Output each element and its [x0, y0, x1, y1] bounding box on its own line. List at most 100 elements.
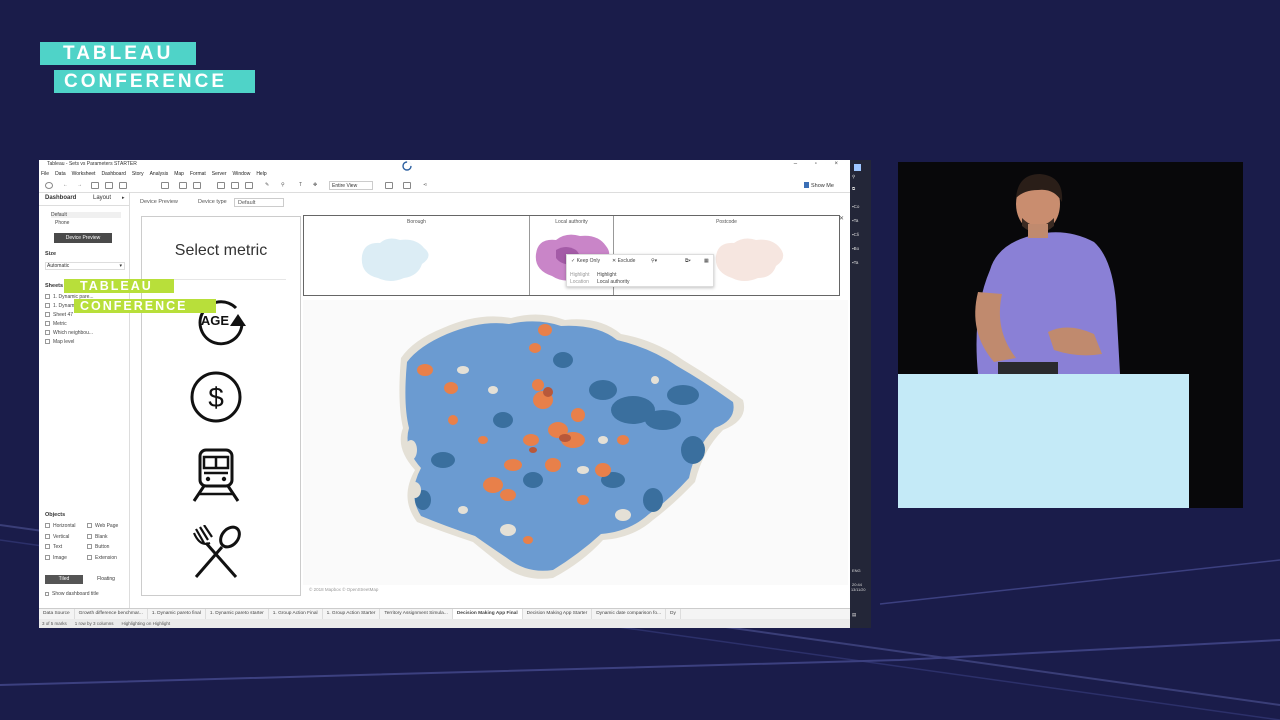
sheet-tab[interactable]: Data Source: [39, 609, 75, 619]
train-icon[interactable]: [190, 447, 250, 503]
neutral-area[interactable]: [598, 436, 608, 444]
orange-area[interactable]: [538, 324, 552, 336]
object-text[interactable]: Text: [45, 544, 62, 550]
orange-area[interactable]: [500, 489, 516, 501]
floating-toggle[interactable]: Floating: [87, 575, 125, 584]
clear-icon[interactable]: [193, 182, 201, 189]
sheet-tab[interactable]: 1. Group Action Starter: [323, 609, 381, 619]
highlight-icon[interactable]: ✎: [265, 182, 273, 189]
window-controls[interactable]: – ▫ ×: [794, 160, 846, 169]
label-icon[interactable]: T: [299, 182, 307, 189]
show-title-checkbox[interactable]: Show dashboard title: [45, 591, 99, 597]
orange-area[interactable]: [595, 463, 611, 477]
orange-area[interactable]: [444, 382, 458, 394]
sheet-item[interactable]: Map level: [45, 339, 74, 345]
new-datasource-icon[interactable]: [105, 182, 113, 189]
tab-layout[interactable]: Layout: [93, 195, 111, 201]
object-web-page[interactable]: Web Page: [87, 523, 118, 529]
menu-item-analysis[interactable]: Analysis: [150, 171, 169, 177]
exclude-button[interactable]: ✕ Exclude: [612, 258, 635, 264]
back-icon[interactable]: ←: [63, 182, 71, 189]
orange-area[interactable]: [448, 415, 458, 425]
taskbar-app[interactable]: ▪Cli: [852, 232, 859, 237]
swap-icon[interactable]: [217, 182, 225, 189]
sheet-item[interactable]: Metric: [45, 321, 67, 327]
object-vertical[interactable]: Vertical: [45, 533, 69, 540]
dark-blue-area[interactable]: [431, 452, 455, 468]
menu-item-map[interactable]: Map: [174, 171, 184, 177]
dark-orange-area[interactable]: [529, 447, 537, 453]
neutral-area[interactable]: [458, 506, 468, 514]
menu-item-worksheet[interactable]: Worksheet: [72, 171, 96, 177]
dark-blue-area[interactable]: [681, 436, 705, 464]
chart-icon[interactable]: [385, 182, 393, 189]
orange-area[interactable]: [545, 458, 561, 472]
device-preview-link[interactable]: Device Preview: [140, 193, 178, 212]
show-me-button[interactable]: Show Me: [804, 181, 834, 191]
task-view-icon[interactable]: ⧉: [852, 186, 855, 191]
view-select[interactable]: Entire View: [329, 181, 373, 190]
taskbar-app[interactable]: ▪Co: [852, 204, 859, 209]
presentation-icon[interactable]: [403, 182, 411, 189]
share-icon[interactable]: ⋖: [423, 182, 431, 189]
sheet-item[interactable]: Which neighbou...: [45, 330, 93, 336]
sort-asc-icon[interactable]: [231, 182, 239, 189]
dark-blue-area[interactable]: [589, 380, 617, 400]
sheet-tab[interactable]: 1. Group Action Final: [269, 609, 323, 619]
neutral-area[interactable]: [488, 386, 498, 394]
menu-item-server[interactable]: Server: [212, 171, 227, 177]
sheet-tab[interactable]: Decision Making App Final: [452, 609, 523, 619]
dark-orange-area[interactable]: [559, 434, 571, 442]
close-icon[interactable]: ✕: [839, 215, 844, 222]
windows-start-icon[interactable]: [854, 164, 861, 171]
dark-blue-area[interactable]: [645, 410, 681, 430]
menu-item-file[interactable]: File: [41, 171, 49, 177]
sets-icon[interactable]: ⧉▾: [685, 258, 691, 264]
keep-only-button[interactable]: ✓ Keep Only: [571, 258, 600, 264]
group-members-icon[interactable]: ⚲▾: [651, 258, 657, 264]
size-select[interactable]: Automatic ▾: [45, 262, 125, 270]
device-type-select[interactable]: Default: [234, 198, 284, 207]
dark-blue-area[interactable]: [667, 385, 699, 405]
orange-area[interactable]: [577, 495, 589, 505]
sheet-tab[interactable]: Dynamic date comparison fo...: [592, 609, 666, 619]
menu-item-data[interactable]: Data: [55, 171, 66, 177]
orange-area[interactable]: [523, 536, 533, 544]
sheet-item[interactable]: Sheet 47: [45, 312, 73, 318]
dark-orange-area[interactable]: [543, 387, 553, 397]
orange-area[interactable]: [523, 434, 539, 446]
tiled-toggle[interactable]: Tiled: [45, 575, 83, 584]
neutral-area[interactable]: [500, 524, 516, 536]
sheet-tab[interactable]: Territory Assignment Simula...: [380, 609, 453, 619]
taskbar-app[interactable]: ▪Ta: [852, 218, 858, 223]
neutral-area[interactable]: [615, 509, 631, 521]
menu-item-format[interactable]: Format: [190, 171, 206, 177]
device-preview-button[interactable]: Device Preview: [54, 233, 112, 243]
dollar-icon[interactable]: $: [190, 370, 250, 424]
neutral-area[interactable]: [405, 440, 417, 460]
orange-area[interactable]: [483, 477, 503, 493]
object-horizontal[interactable]: Horizontal: [45, 523, 76, 529]
view-data-icon[interactable]: ▦: [704, 258, 709, 264]
object-image[interactable]: Image: [45, 554, 67, 561]
london-choropleth-map[interactable]: [303, 300, 848, 585]
orange-area[interactable]: [478, 436, 488, 444]
forward-icon[interactable]: →: [77, 182, 85, 189]
notification-icon[interactable]: ▤: [852, 612, 856, 618]
neutral-area[interactable]: [457, 366, 469, 374]
sheet-tab[interactable]: 1. Dynamic pareto final: [148, 609, 206, 619]
device-phone[interactable]: Phone: [55, 220, 69, 226]
dark-blue-area[interactable]: [493, 412, 513, 428]
orange-area[interactable]: [617, 435, 629, 445]
dark-blue-area[interactable]: [643, 488, 663, 512]
pause-icon[interactable]: [119, 182, 127, 189]
device-default[interactable]: Default: [51, 212, 121, 218]
menu-item-story[interactable]: Story: [132, 171, 144, 177]
pin-icon[interactable]: ✥: [313, 182, 321, 189]
panel-menu-icon[interactable]: ▸: [122, 195, 125, 201]
dark-blue-area[interactable]: [553, 352, 573, 368]
group-icon[interactable]: ⚲: [281, 182, 289, 189]
neutral-area[interactable]: [409, 482, 421, 498]
orange-area[interactable]: [417, 364, 433, 376]
taskbar-app[interactable]: ▪Ta: [852, 260, 858, 265]
